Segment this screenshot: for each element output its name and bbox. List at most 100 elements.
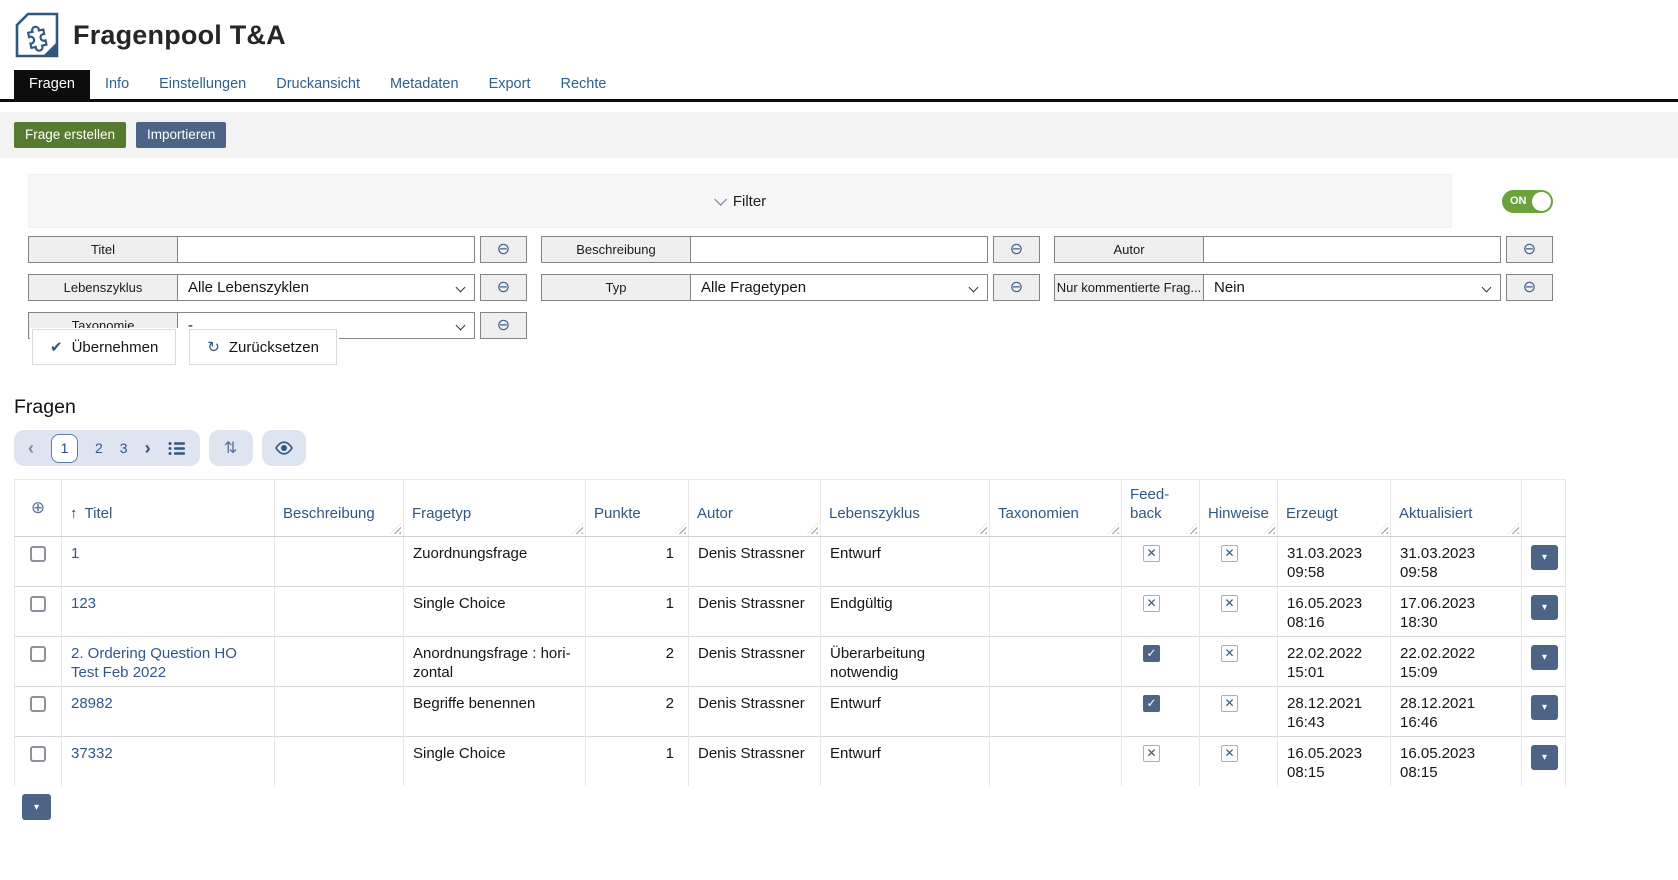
column-resize-handle[interactable]: [1508, 523, 1519, 534]
column-header-label-lebenszyklus[interactable]: Lebenszyklus: [829, 505, 920, 522]
column-resize-handle[interactable]: [1108, 523, 1119, 534]
question-title-link[interactable]: 2. Ordering Question HO Test Feb 2022: [71, 645, 237, 681]
question-title-link[interactable]: 37332: [71, 745, 113, 762]
column-resize-handle[interactable]: [390, 523, 401, 534]
cell-fragetyp: Single Choice: [404, 587, 586, 637]
page-1[interactable]: 1: [51, 434, 78, 463]
sort-button[interactable]: ⇅: [209, 430, 253, 466]
column-header-label-taxonomien[interactable]: Taxonomien: [998, 505, 1079, 522]
column-resize-handle[interactable]: [572, 523, 583, 534]
column-header-label-erzeugt[interactable]: Erzeugt: [1286, 505, 1338, 522]
row-action-dropdown-button[interactable]: ▾: [1531, 695, 1558, 720]
filter-label-autor: Autor: [1054, 236, 1204, 263]
preview-button[interactable]: [262, 430, 306, 466]
column-resize-handle[interactable]: [807, 523, 818, 534]
tab-info[interactable]: Info: [90, 70, 144, 99]
remove-filter-button-typ[interactable]: ⊖: [993, 274, 1040, 301]
column-header-label-aktualisiert[interactable]: Aktualisiert: [1399, 505, 1472, 522]
circle-plus-icon[interactable]: ⊕: [23, 498, 53, 517]
row-checkbox[interactable]: [30, 596, 46, 612]
cell-punkte: 1: [586, 587, 689, 637]
column-header-label-titel[interactable]: Titel: [85, 505, 113, 522]
column-header-label-hinweise[interactable]: Hinwei­se: [1208, 505, 1269, 522]
check-icon: ✔: [50, 338, 63, 356]
row-action-dropdown-button[interactable]: ▾: [1531, 745, 1558, 770]
remove-filter-button-titel[interactable]: ⊖: [480, 236, 527, 263]
column-resize-handle[interactable]: [1186, 523, 1197, 534]
row-action-dropdown-button[interactable]: ▾: [1531, 645, 1558, 670]
filter-select-typ[interactable]: Alle Fragetypen: [691, 274, 988, 301]
question-title-link[interactable]: 1: [71, 545, 79, 562]
tab-fragen[interactable]: Fragen: [14, 70, 90, 99]
toggle-knob-icon: [1532, 192, 1551, 211]
bulk-action-dropdown-button[interactable]: ▾: [22, 794, 51, 820]
next-page-icon[interactable]: ›: [145, 438, 151, 459]
question-title-link[interactable]: 123: [71, 595, 96, 612]
column-header-actions: [1522, 480, 1566, 537]
column-header-label-fragetyp[interactable]: Fragetyp: [412, 505, 471, 522]
filter-field-beschreibung: Beschreibung ⊖: [541, 236, 1040, 263]
filter-field-typ: TypAlle Fragetypen⊖: [541, 274, 1040, 301]
apply-filter-button[interactable]: ✔ Übernehmen: [32, 329, 176, 365]
filter-select-lebenszyklus[interactable]: Alle Lebenszyklen: [178, 274, 475, 301]
column-resize-handle[interactable]: [976, 523, 987, 534]
cell-beschreibung: [275, 587, 404, 637]
column-header-lebenszyklus: Lebenszyklus: [821, 480, 990, 537]
row-checkbox[interactable]: [30, 546, 46, 562]
cell-hinweise: ✕: [1200, 537, 1278, 587]
filter-input-beschreibung[interactable]: [691, 236, 988, 263]
filter-input-titel[interactable]: [178, 236, 475, 263]
cell-select: [15, 637, 62, 687]
column-header-label-autor[interactable]: Autor: [697, 505, 733, 522]
column-resize-handle[interactable]: [1264, 523, 1275, 534]
tab-rechte[interactable]: Rechte: [545, 70, 621, 99]
cell-lebenszyklus: Endgültig: [821, 587, 990, 637]
tab-metadaten[interactable]: Metadaten: [375, 70, 474, 99]
tab-einstellungen[interactable]: Einstellungen: [144, 70, 261, 99]
cell-hinweise: ✕: [1200, 637, 1278, 687]
filter-input-autor[interactable]: [1204, 236, 1501, 263]
cell-fragetyp: Single Choice: [404, 737, 586, 787]
row-checkbox[interactable]: [30, 646, 46, 662]
remove-filter-button-lebenszyklus[interactable]: ⊖: [480, 274, 527, 301]
cell-beschreibung: [275, 537, 404, 587]
list-view-icon[interactable]: [168, 441, 186, 456]
cell-actions: ▾: [1522, 637, 1566, 687]
column-resize-handle[interactable]: [1377, 523, 1388, 534]
row-checkbox[interactable]: [30, 696, 46, 712]
remove-filter-button-nur-kommentierte-fragen[interactable]: ⊖: [1506, 274, 1553, 301]
column-header-label-feedback[interactable]: Feed­back: [1130, 486, 1169, 522]
question-title-link[interactable]: 28982: [71, 695, 113, 712]
cell-punkte: 2: [586, 637, 689, 687]
filter-label-beschreibung: Beschreibung: [541, 236, 691, 263]
column-resize-handle[interactable]: [675, 523, 686, 534]
remove-filter-button-beschreibung[interactable]: ⊖: [993, 236, 1040, 263]
page-2[interactable]: 2: [95, 440, 103, 456]
tab-druckansicht[interactable]: Druckansicht: [261, 70, 375, 99]
filter-select-nur-kommentierte-fragen[interactable]: Nein: [1204, 274, 1501, 301]
filter-field-titel: Titel⊖: [28, 236, 527, 263]
filter-toggle[interactable]: ON: [1502, 190, 1553, 213]
cell-feedback: ✕: [1122, 537, 1200, 587]
create-question-button[interactable]: Frage erstellen: [14, 122, 126, 148]
reset-filter-button[interactable]: ↻ Zurücksetzen: [189, 329, 337, 365]
prev-page-icon[interactable]: ‹: [28, 438, 34, 459]
import-button[interactable]: Importieren: [136, 122, 226, 148]
cell-hinweise: ✕: [1200, 737, 1278, 787]
remove-filter-button-autor[interactable]: ⊖: [1506, 236, 1553, 263]
filter-collapse-bar[interactable]: Filter: [28, 174, 1452, 228]
row-action-dropdown-button[interactable]: ▾: [1531, 595, 1558, 620]
cell-aktualisiert: 31.03.2023 09:58: [1391, 537, 1522, 587]
questions-table: ⊕↑TitelBeschreibungFragetypPunkteAutorLe…: [14, 479, 1566, 786]
remove-filter-button-taxonomie[interactable]: ⊖: [480, 312, 527, 339]
column-header-fragetyp: Fragetyp: [404, 480, 586, 537]
cell-erzeugt: 16.05.2023 08:16: [1278, 587, 1391, 637]
row-checkbox[interactable]: [30, 746, 46, 762]
cell-aktualisiert: 28.12.2021 16:46: [1391, 687, 1522, 737]
tab-export[interactable]: Export: [474, 70, 546, 99]
row-action-dropdown-button[interactable]: ▾: [1531, 545, 1558, 570]
column-header-label-beschreibung[interactable]: Beschreibung: [283, 505, 375, 522]
column-header-label-punkte[interactable]: Punkte: [594, 505, 641, 522]
filter-select-value-nur-kommentierte-fragen: Nein: [1214, 279, 1245, 296]
page-3[interactable]: 3: [120, 440, 128, 456]
